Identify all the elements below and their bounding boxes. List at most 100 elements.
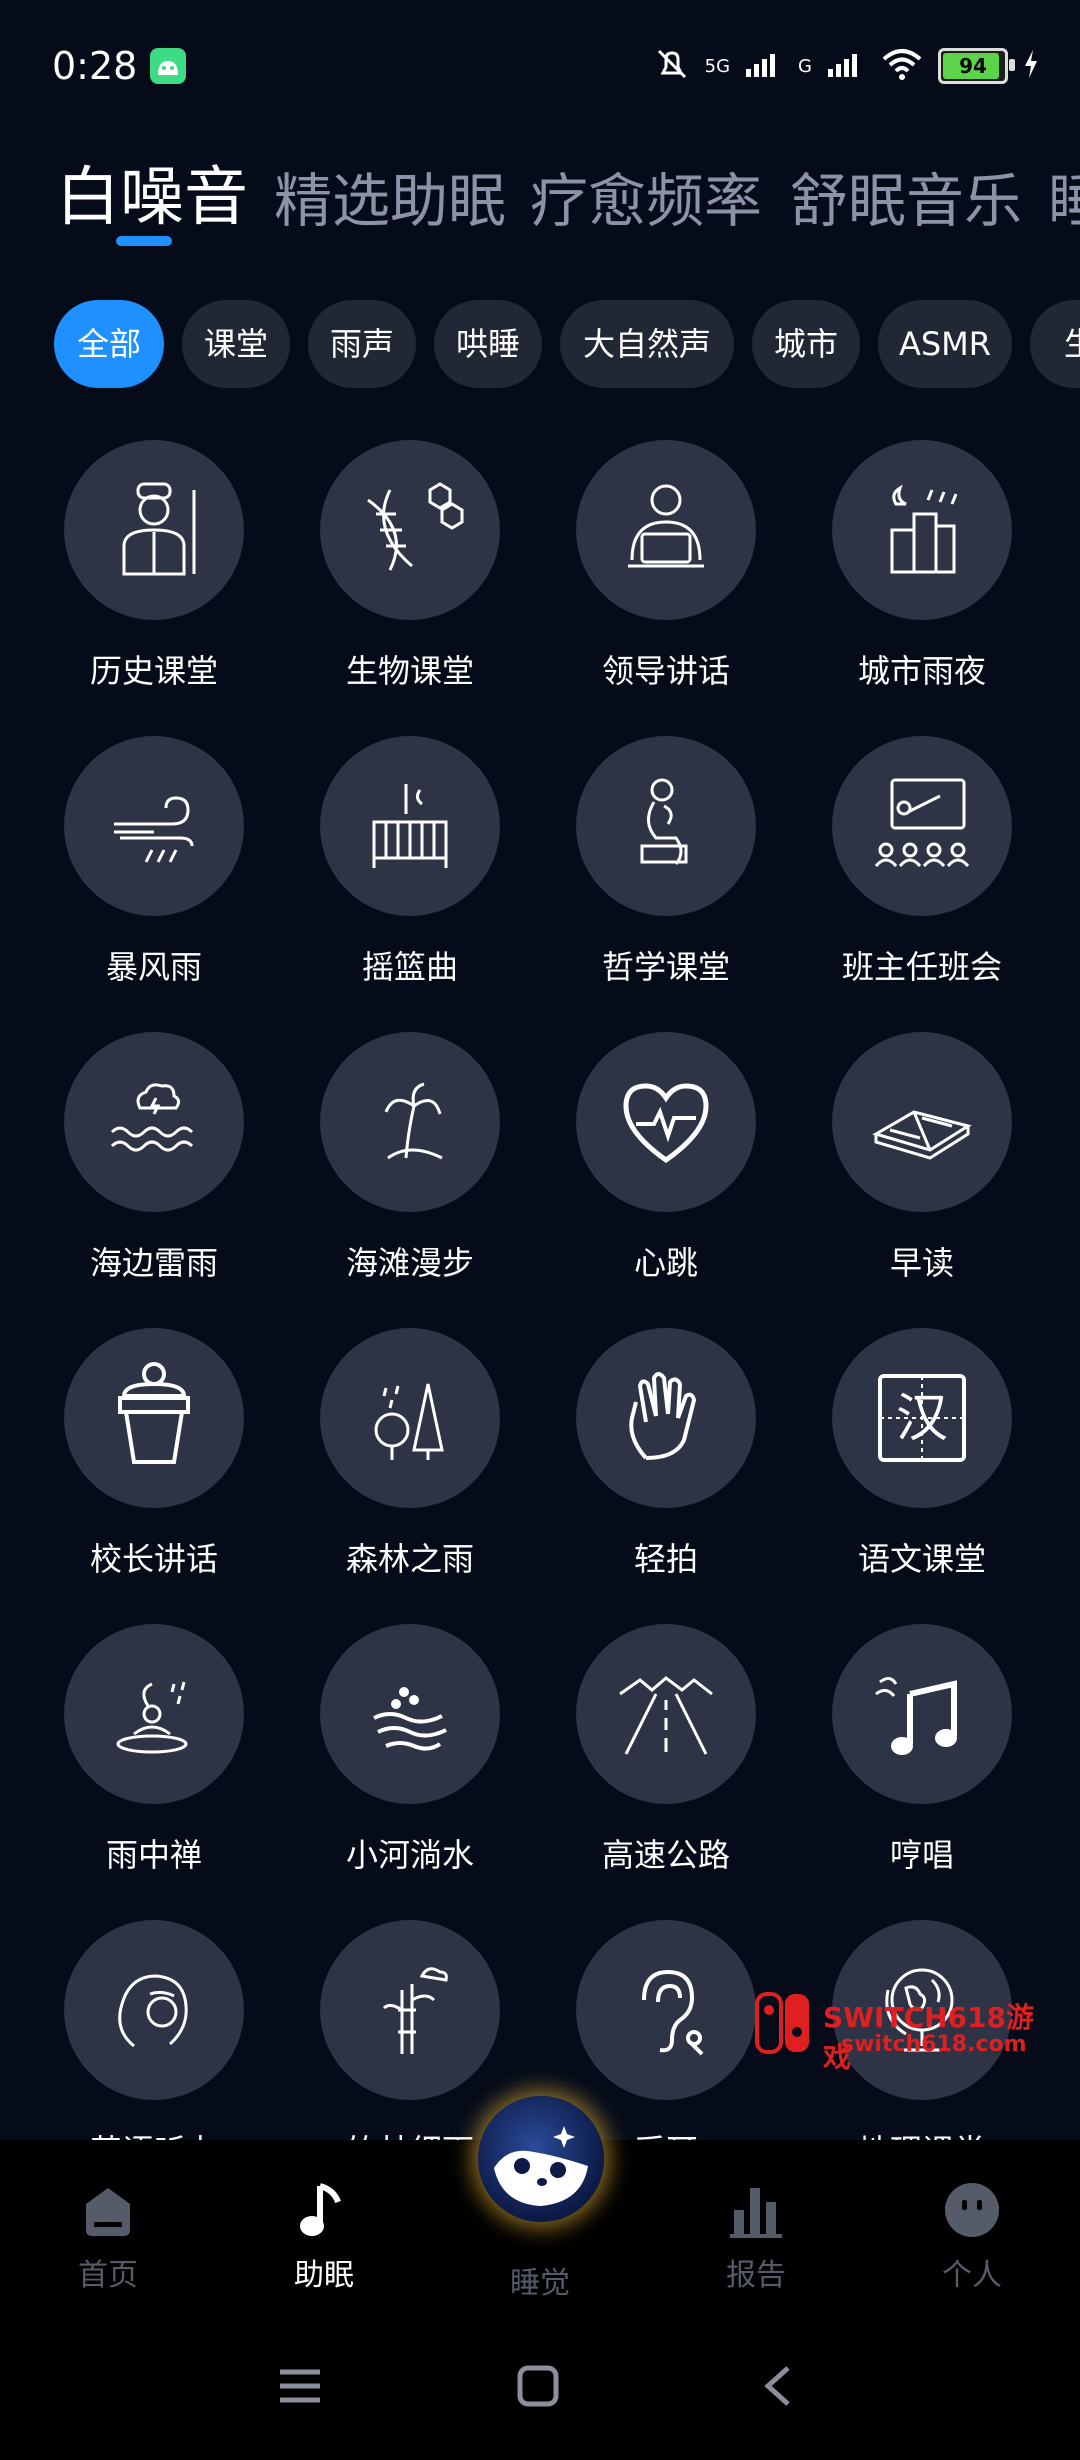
sound-lullaby[interactable]: 摇篮曲 (300, 736, 520, 988)
sound-beach-walk[interactable]: 海滩漫步 (300, 1032, 520, 1284)
profile-icon (945, 2183, 999, 2237)
chip-rain[interactable]: 雨声 (308, 300, 416, 388)
sound-highway[interactable]: 高速公路 (556, 1624, 776, 1876)
sound-label: 早读 (889, 1244, 954, 1282)
tab-white-noise[interactable]: 白噪音 (56, 146, 248, 238)
sound-label: 海边雷雨 (89, 1244, 218, 1282)
tab-sleep-music[interactable]: 舒眠音乐 (790, 154, 1022, 238)
bottom-navigation: 首页 助眠 睡觉 报告 个人 (0, 2096, 1080, 2320)
chip-lullaby[interactable]: 哄睡 (434, 300, 542, 388)
chip-nature[interactable]: 大自然声 (560, 300, 734, 388)
sound-zen-rain[interactable]: 雨中禅 (44, 1624, 264, 1876)
sound-label: 雨中禅 (105, 1836, 202, 1874)
highway-icon (619, 1676, 713, 1755)
book-icon (872, 1110, 972, 1160)
chip-city[interactable]: 城市 (752, 300, 860, 388)
sound-label: 班主任班会 (841, 948, 1002, 986)
thinker-icon (640, 778, 688, 865)
music-note-icon (875, 1677, 957, 1755)
menu-icon[interactable] (278, 2366, 322, 2406)
chip-classroom[interactable]: 课堂 (182, 300, 290, 388)
tab-more[interactable]: 睡 (1048, 154, 1080, 238)
nav-profile-label: 个人 (942, 2258, 1002, 2293)
sound-principal-speech[interactable]: 校长讲话 (44, 1328, 264, 1580)
chip-all[interactable]: 全部 (54, 300, 164, 388)
leader-laptop-icon (628, 484, 704, 568)
sound-class-meeting[interactable]: 班主任班会 (812, 736, 1032, 988)
sound-label: 小河淌水 (345, 1836, 474, 1874)
city-rain-icon (890, 484, 958, 574)
bar-chart-icon (730, 2188, 782, 2238)
sound-river-flow[interactable]: 小河淌水 (300, 1624, 520, 1876)
android-icon (150, 48, 186, 84)
bamboo-icon (382, 1967, 448, 2054)
sea-thunder-icon (110, 1083, 194, 1152)
sound-label: 城市雨夜 (857, 652, 986, 690)
nav-home[interactable]: 首页 (28, 2180, 188, 2294)
sound-seaside-thunder[interactable]: 海边雷雨 (44, 1032, 264, 1284)
podium-icon (118, 1362, 190, 1464)
sound-label: 历史课堂 (89, 652, 218, 690)
nav-sleep-aid[interactable]: 助眠 (244, 2180, 404, 2294)
signal-icon (744, 49, 784, 83)
classroom-icon (874, 778, 970, 868)
sound-english-listening[interactable]: 英语听力 (44, 1920, 264, 2172)
sound-humming[interactable]: 哼唱 (812, 1624, 1032, 1876)
status-time: 0:28 (52, 44, 138, 88)
heartbeat-icon (623, 1083, 709, 1164)
sound-label: 心跳 (633, 1244, 698, 1282)
crib-icon (372, 784, 448, 868)
tab-healing-frequency[interactable]: 疗愈频率 (530, 154, 762, 238)
watermark-subtext: switch618.com (841, 2032, 1027, 2057)
sound-label: 轻拍 (633, 1540, 698, 1578)
system-navigation (0, 2320, 1080, 2460)
network-5g-label: 5G (704, 55, 731, 77)
nav-sleep-label: 睡觉 (510, 2266, 570, 2301)
nav-report[interactable]: 报告 (676, 2180, 836, 2294)
home-button-icon[interactable] (516, 2364, 560, 2408)
back-icon[interactable] (758, 2364, 798, 2408)
sound-label: 生物课堂 (345, 652, 474, 690)
sound-heartbeat[interactable]: 心跳 (556, 1032, 776, 1284)
sound-label: 哲学课堂 (601, 948, 730, 986)
sound-label: 哼唱 (889, 1836, 954, 1874)
tab-indicator (116, 236, 172, 246)
sound-chinese-class[interactable]: 汉 语文课堂 (812, 1328, 1032, 1580)
dna-icon (367, 482, 464, 571)
network-g-label: G (798, 55, 812, 77)
chip-more[interactable]: 生 (1030, 300, 1080, 388)
headphones-icon (118, 1974, 188, 2048)
sound-city-rain-night[interactable]: 城市雨夜 (812, 440, 1032, 692)
sound-gentle-pat[interactable]: 轻拍 (556, 1328, 776, 1580)
zen-icon (116, 1681, 188, 1754)
chinese-character-icon: 汉 (878, 1374, 966, 1462)
nav-report-label: 报告 (726, 2258, 786, 2293)
category-tabs: 白噪音 精选助眠 疗愈频率 舒眠音乐 睡 (0, 140, 1080, 250)
sound-label: 摇篮曲 (361, 948, 458, 986)
sleep-button[interactable] (478, 2096, 604, 2222)
sound-label: 高速公路 (601, 1836, 730, 1874)
sound-storm[interactable]: 暴风雨 (44, 736, 264, 988)
tab-featured-sleep[interactable]: 精选助眠 (274, 154, 506, 238)
beach-icon (384, 1082, 443, 1160)
sound-label: 海滩漫步 (345, 1244, 474, 1282)
storm-wind-icon (114, 796, 194, 863)
nav-home-label: 首页 (78, 2258, 138, 2293)
sound-philosophy-class[interactable]: 哲学课堂 (556, 736, 776, 988)
music-icon (300, 2183, 341, 2236)
nav-profile[interactable]: 个人 (892, 2180, 1052, 2294)
sound-morning-reading[interactable]: 早读 (812, 1032, 1032, 1284)
sound-history-class[interactable]: 历史课堂 (44, 440, 264, 692)
nav-sleep-aid-label: 助眠 (294, 2258, 354, 2293)
sound-forest-rain[interactable]: 森林之雨 (300, 1328, 520, 1580)
chip-asmr[interactable]: ASMR (878, 300, 1012, 388)
river-icon (373, 1687, 447, 1751)
mute-icon (653, 45, 691, 87)
battery-level: 94 (959, 54, 987, 78)
sound-label: 领导讲话 (601, 652, 730, 690)
sound-leader-speech[interactable]: 领导讲话 (556, 440, 776, 692)
hand-icon (629, 1372, 697, 1460)
svg-text:汉: 汉 (896, 1389, 948, 1449)
ear-icon (642, 1969, 704, 2056)
sound-biology-class[interactable]: 生物课堂 (300, 440, 520, 692)
